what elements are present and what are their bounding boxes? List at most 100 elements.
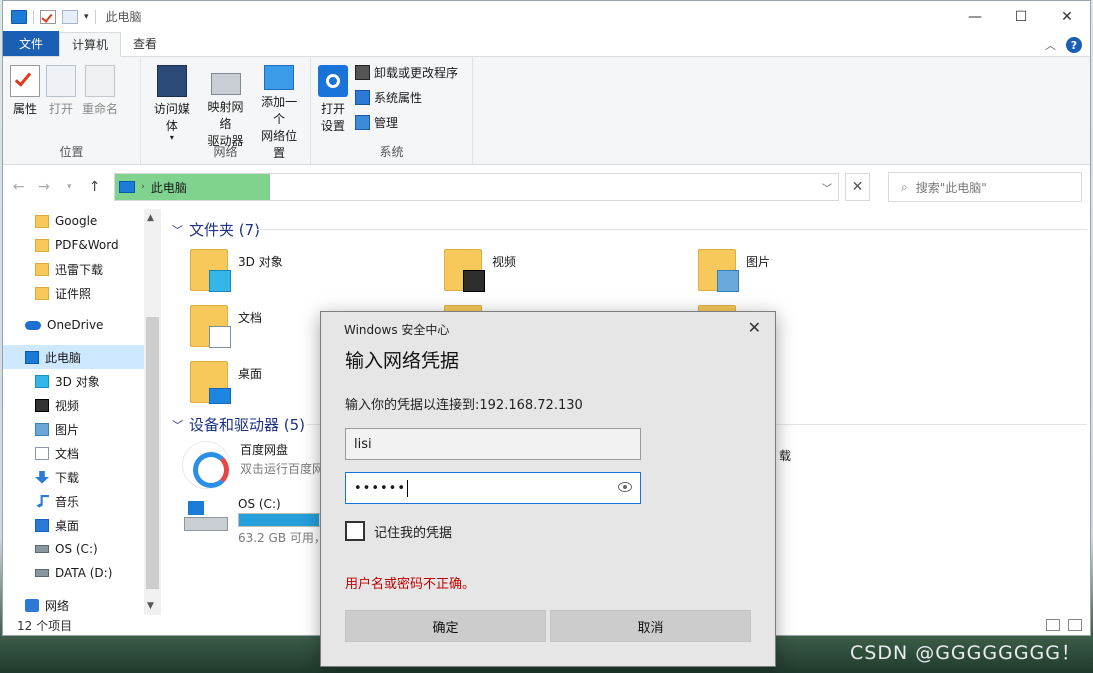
cancel-button[interactable]: 取消 — [550, 610, 751, 642]
folder-desktop[interactable]: 桌面 — [190, 361, 262, 404]
username-field[interactable]: lisi — [345, 428, 641, 460]
add-location-label-1: 添加一个 — [261, 95, 298, 126]
device-baidu-netdisk[interactable]: 百度网盘 双击运行百度网盘 — [182, 441, 336, 489]
help-icon[interactable]: ? — [1066, 37, 1082, 53]
search-input[interactable]: ⌕ 搜索"此电脑" — [888, 172, 1082, 202]
drive-usage-fill — [239, 514, 319, 526]
nav-item-music[interactable]: 音乐 — [3, 489, 144, 513]
large-icons-view-icon[interactable] — [1068, 619, 1082, 631]
dialog-close-icon[interactable]: ✕ — [748, 318, 761, 337]
scrollbar-thumb[interactable] — [146, 317, 159, 589]
uninstall-programs-button[interactable]: 卸载或更改程序 — [355, 63, 458, 82]
recent-locations-chevron-icon[interactable]: ▾ — [62, 182, 77, 192]
password-field[interactable]: •••••• — [345, 472, 641, 504]
system-properties-button[interactable]: 系统属性 — [355, 88, 458, 107]
scroll-up-icon[interactable]: ▲ — [147, 213, 154, 223]
reveal-password-eye-icon[interactable] — [618, 482, 632, 492]
folder-name: 视频 — [492, 255, 517, 269]
remember-credentials-checkbox[interactable]: 记住我的凭据 — [345, 521, 452, 541]
checkbox-box[interactable] — [345, 521, 365, 541]
nav-item-label: 图片 — [55, 422, 80, 437]
nav-item-pictures[interactable]: 图片 — [3, 417, 144, 441]
nav-item-data-d[interactable]: DATA (D:) — [3, 561, 144, 585]
nav-item-label: 音乐 — [55, 494, 80, 509]
folders-section-header[interactable]: ﹀ 文件夹 (7) — [172, 219, 260, 240]
manage-icon — [355, 115, 370, 130]
access-media-label: 访问媒体 — [153, 102, 190, 133]
nav-item-label: 此电脑 — [45, 350, 82, 365]
nav-item-label: 迅雷下载 — [55, 262, 104, 277]
device-partial-label: 载 — [779, 449, 792, 463]
nav-item-os-c[interactable]: OS (C:) — [3, 537, 144, 561]
nav-item-3d-objects[interactable]: 3D 对象 — [3, 369, 144, 393]
folder-documents[interactable]: 文档 — [190, 305, 263, 348]
open-label: 打开 — [48, 102, 73, 116]
tab-computer[interactable]: 计算机 — [59, 32, 122, 57]
nav-item-onedrive[interactable]: OneDrive — [3, 313, 144, 337]
tab-view[interactable]: 查看 — [121, 31, 169, 56]
windows-drive-icon — [184, 501, 228, 535]
breadcrumb-separator-icon[interactable]: › — [141, 182, 145, 192]
open-settings-label-2: 设置 — [320, 119, 345, 133]
tab-file[interactable]: 文件 — [3, 31, 59, 56]
media-icon — [156, 65, 187, 97]
chevron-down-icon: ﹀ — [172, 223, 183, 237]
download-arrow-icon — [35, 470, 49, 484]
devices-section-header[interactable]: ﹀ 设备和驱动器 (5) — [172, 414, 305, 435]
collapse-ribbon-icon[interactable]: ︿ — [1045, 37, 1056, 53]
folder-icon — [190, 249, 231, 292]
folder-name: 文档 — [238, 311, 263, 325]
nav-item-id-photos[interactable]: 证件照 — [3, 281, 144, 305]
nav-item-documents[interactable]: 文档 — [3, 441, 144, 465]
nav-item-desktop[interactable]: 桌面 — [3, 513, 144, 537]
folder-pictures[interactable]: 图片 — [698, 249, 770, 292]
dialog-title: Windows 安全中心 — [344, 323, 450, 337]
nav-item-google[interactable]: Google — [3, 209, 144, 233]
device-info: OS (C:) 63.2 GB 可用， — [238, 497, 326, 546]
address-dropdown-icon[interactable]: ﹀ — [822, 180, 832, 195]
up-arrow-icon[interactable]: ↑ — [87, 179, 102, 195]
nav-item-pdfword[interactable]: PDF&Word — [3, 233, 144, 257]
minimize-button[interactable]: — — [952, 1, 998, 32]
properties-quick-icon[interactable] — [40, 9, 56, 24]
address-bar[interactable]: › 此电脑 ﹀ — [114, 173, 840, 201]
nav-item-network[interactable]: 网络 — [3, 593, 144, 617]
folder-icon — [190, 305, 231, 348]
nav-item-videos[interactable]: 视频 — [3, 393, 144, 417]
device-os-c[interactable]: OS (C:) 63.2 GB 可用， — [184, 497, 326, 546]
ok-button[interactable]: 确定 — [345, 610, 546, 642]
nav-item-label: PDF&Word — [55, 238, 119, 252]
folder-icon — [35, 214, 49, 228]
network-location-icon — [264, 65, 295, 90]
address-row: ← → ▾ ↑ › 此电脑 ﹀ ✕ ⌕ 搜索"此电脑" — [3, 165, 1090, 209]
forward-arrow-icon[interactable]: → — [36, 179, 51, 195]
details-view-icon[interactable] — [1046, 619, 1060, 631]
film-icon — [35, 398, 49, 412]
nav-item-downloads[interactable]: 下载 — [3, 465, 144, 489]
window-controls: — ☐ ✕ — [952, 1, 1090, 32]
network-icon — [25, 598, 39, 612]
nav-item-this-pc[interactable]: 此电脑 — [3, 345, 144, 369]
manage-button[interactable]: 管理 — [355, 113, 458, 132]
system-properties-label: 系统属性 — [374, 91, 423, 105]
folder-videos[interactable]: 视频 — [444, 249, 517, 292]
new-folder-quick-icon[interactable] — [62, 9, 78, 24]
properties-label: 属性 — [12, 102, 37, 116]
folder-3d-objects[interactable]: 3D 对象 — [190, 249, 283, 292]
manage-label: 管理 — [374, 116, 399, 130]
text-caret — [407, 479, 409, 497]
clear-address-button[interactable]: ✕ — [845, 173, 870, 201]
customize-quick-access-icon[interactable]: ▾ — [84, 12, 89, 22]
close-button[interactable]: ✕ — [1044, 1, 1090, 32]
nav-item-label: Google — [55, 214, 98, 228]
maximize-button[interactable]: ☐ — [998, 1, 1044, 32]
nav-scrollbar[interactable]: ▲ ▼ — [144, 209, 161, 615]
breadcrumb-this-pc[interactable]: 此电脑 — [151, 179, 187, 196]
back-arrow-icon[interactable]: ← — [11, 179, 26, 195]
nav-item-thunder-downloads[interactable]: 迅雷下载 — [3, 257, 144, 281]
rename-label: 重命名 — [82, 102, 119, 116]
nav-item-label: 网络 — [45, 598, 70, 613]
computer-icon — [11, 9, 27, 24]
folder-name: 3D 对象 — [238, 255, 283, 269]
scroll-down-icon[interactable]: ▼ — [147, 601, 154, 611]
